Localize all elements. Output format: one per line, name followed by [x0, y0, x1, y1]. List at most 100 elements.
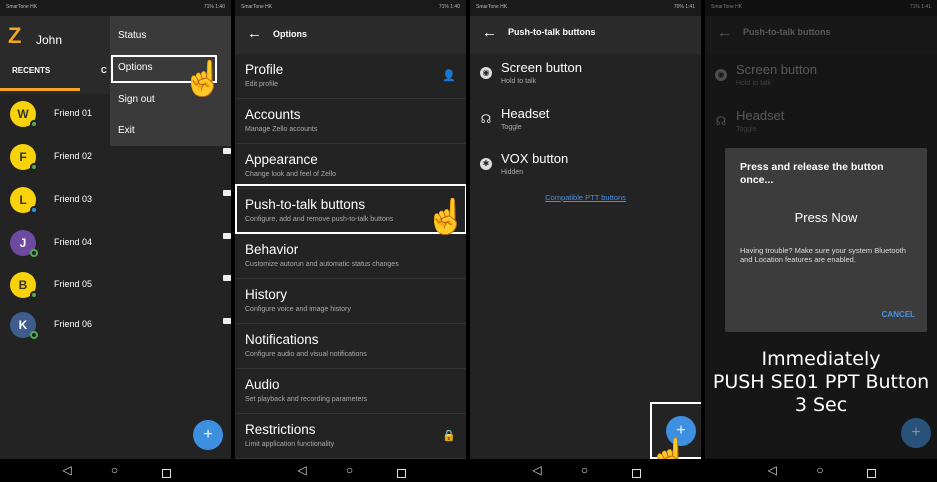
vox-icon: ✱	[480, 158, 492, 170]
press-now-label: Press Now	[794, 210, 858, 225]
back-icon[interactable]: ◁	[297, 463, 306, 477]
option-title: History	[245, 287, 288, 302]
caption-line-2: PUSH SE01 PPT Button	[712, 371, 930, 393]
ptt-subtitle: Toggle	[501, 124, 522, 131]
friend-name: Friend 02	[54, 151, 93, 161]
back-icon[interactable]: ◁	[532, 463, 541, 477]
nav-bar: ◁ ○	[0, 459, 231, 482]
status-bar: SmarTone HK 71% 1:40	[0, 0, 231, 16]
status-online-icon	[30, 163, 38, 171]
friend-name: Friend 03	[54, 194, 93, 204]
ptt-subtitle: Hidden	[501, 169, 524, 176]
option-subtitle: Change look and feel of Zello	[245, 171, 337, 178]
list-item[interactable]: L Friend 03	[0, 180, 110, 220]
friend-name: Friend 05	[54, 279, 93, 289]
option-audio[interactable]: Audio Set playback and recording paramet…	[235, 369, 466, 414]
option-behavior[interactable]: Behavior Customize autorun and automatic…	[235, 234, 466, 279]
status-right: 70% 1:41	[673, 4, 695, 10]
app-bar: ← Push-to-talk buttons	[470, 16, 701, 54]
ptt-title: VOX button	[501, 151, 569, 166]
cancel-button[interactable]: CANCEL	[882, 310, 915, 319]
ptt-buttons-screen: SmarTone HK 70% 1:41 ← Push-to-talk butt…	[470, 0, 701, 482]
option-subtitle: Limit application functionality	[245, 441, 335, 448]
option-accounts[interactable]: Accounts Manage Zello accounts	[235, 99, 466, 144]
nav-bar: ◁ ○	[470, 459, 701, 482]
ptt-item-screen-button[interactable]: ◉ Screen button Hold to talk	[470, 56, 701, 101]
status-right: 71% 1:40	[438, 4, 460, 10]
status-offline-icon	[30, 249, 38, 257]
option-title: Profile	[245, 62, 284, 77]
option-subtitle: Manage Zello accounts	[245, 126, 318, 133]
message-icon	[223, 190, 231, 196]
page-title: Push-to-talk buttons	[508, 27, 596, 37]
message-icon	[223, 275, 231, 281]
home-icon[interactable]: ○	[111, 463, 118, 477]
home-icon[interactable]: ○	[581, 463, 588, 477]
list-item[interactable]: B Friend 05	[0, 265, 110, 305]
list-item[interactable]: F Friend 02	[0, 137, 110, 177]
status-online-icon	[30, 120, 38, 128]
option-appearance[interactable]: Appearance Change look and feel of Zello	[235, 144, 466, 189]
option-title: Appearance	[245, 152, 318, 167]
option-title: Notifications	[245, 332, 319, 347]
headset-icon: ☊	[480, 112, 492, 126]
option-restrictions[interactable]: Restrictions Limit application functiona…	[235, 414, 466, 459]
contacts-screen: SmarTone HK 71% 1:40 Z John RECENTS C W …	[0, 0, 231, 482]
option-subtitle: Customize autorun and automatic status c…	[245, 261, 399, 268]
dialog-message: Having trouble? Make sure your system Bl…	[740, 246, 906, 264]
status-offline-icon	[30, 331, 38, 339]
option-title: Behavior	[245, 242, 299, 257]
add-ptt-button: +	[901, 418, 931, 448]
screen-button-icon: ◉	[480, 67, 492, 79]
message-icon	[223, 233, 231, 239]
compatible-ptt-link[interactable]: Compatible PTT buttons	[470, 193, 701, 202]
add-contact-button[interactable]: +	[193, 420, 223, 450]
tab-indicator	[0, 88, 80, 91]
user-name[interactable]: John	[36, 33, 62, 47]
ptt-title: Screen button	[501, 60, 582, 75]
list-item[interactable]: K Friend 06	[0, 305, 110, 345]
back-icon[interactable]: ◁	[768, 463, 777, 477]
tab-channels[interactable]: C	[101, 66, 107, 75]
ptt-title: Headset	[501, 106, 550, 121]
option-profile[interactable]: Profile Edit profile 👤	[235, 54, 466, 99]
back-arrow-icon[interactable]: ←	[247, 25, 262, 42]
nav-bar: ◁ ○	[235, 459, 466, 482]
lock-icon: 🔒	[442, 430, 456, 442]
ptt-item-vox-button[interactable]: ✱ VOX button Hidden	[470, 147, 701, 192]
option-title: Restrictions	[245, 422, 316, 437]
menu-item-exit[interactable]: Exit	[118, 125, 135, 136]
instruction-caption: Immediately PUSH SE01 PPT Button 3 Sec	[705, 348, 937, 417]
carrier-label: SmarTone HK	[241, 4, 273, 10]
menu-item-sign-out[interactable]: Sign out	[118, 94, 155, 105]
zello-logo-icon: Z	[8, 23, 22, 48]
message-icon	[223, 148, 231, 154]
caption-line-3: 3 Sec	[794, 394, 848, 416]
status-right: 71% 1:40	[203, 4, 225, 10]
carrier-label: SmarTone HK	[476, 4, 508, 10]
list-item[interactable]: J Friend 04	[0, 223, 110, 263]
status-busy-icon	[30, 206, 38, 214]
tap-hand-icon: ☝	[425, 198, 466, 236]
option-subtitle: Configure audio and visual notifications	[245, 351, 367, 358]
option-notifications[interactable]: Notifications Configure audio and visual…	[235, 324, 466, 369]
ptt-item-headset[interactable]: ☊ Headset Toggle	[470, 102, 701, 147]
status-bar: SmarTone HK 70% 1:41	[470, 0, 701, 16]
ptt-dialog-screen: SmarTone HK 71% 1:41 ← Push-to-talk butt…	[705, 0, 937, 482]
friend-name: Friend 06	[54, 319, 93, 329]
home-icon[interactable]: ○	[816, 463, 823, 477]
tab-recents[interactable]: RECENTS	[12, 66, 50, 75]
friend-name: Friend 04	[54, 237, 93, 247]
options-screen: SmarTone HK 71% 1:40 ← Options Profile E…	[235, 0, 466, 482]
press-button-dialog: Press and release the button once... Pre…	[725, 148, 927, 332]
list-item[interactable]: W Friend 01	[0, 94, 110, 134]
status-online-icon	[30, 291, 38, 299]
nav-bar: ◁ ○	[705, 459, 937, 482]
friend-name: Friend 01	[54, 108, 93, 118]
option-history[interactable]: History Configure voice and image histor…	[235, 279, 466, 324]
home-icon[interactable]: ○	[346, 463, 353, 477]
caption-line-1: Immediately	[761, 348, 881, 370]
back-icon[interactable]: ◁	[62, 463, 71, 477]
back-arrow-icon[interactable]: ←	[482, 24, 497, 41]
menu-item-status[interactable]: Status	[118, 30, 146, 41]
